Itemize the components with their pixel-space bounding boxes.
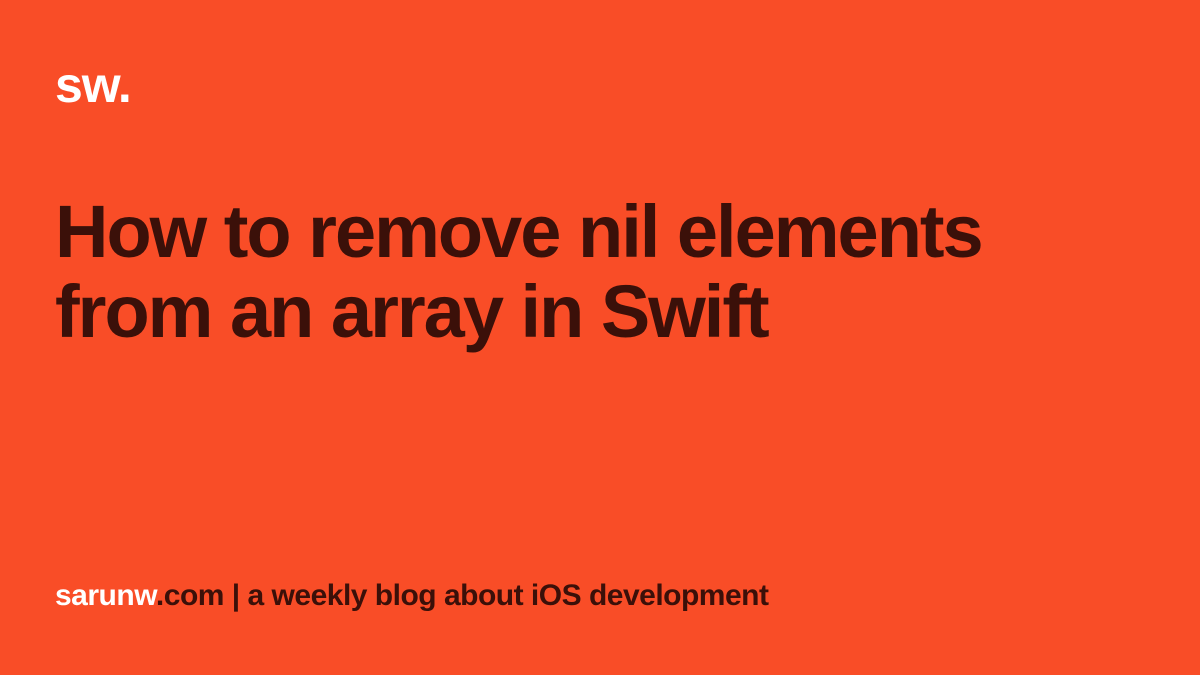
footer-text: sarunw.com | a weekly blog about iOS dev… xyxy=(55,576,1145,615)
footer-brand: sarunw xyxy=(55,579,156,612)
footer-tagline: a weekly blog about iOS development xyxy=(248,579,769,612)
article-title: How to remove nil elements from an array… xyxy=(55,192,1145,352)
footer-separator: | xyxy=(224,579,248,612)
site-logo: sw. xyxy=(55,60,1145,110)
footer-domain: .com xyxy=(156,579,224,612)
card-container: sw. How to remove nil elements from an a… xyxy=(0,0,1200,675)
